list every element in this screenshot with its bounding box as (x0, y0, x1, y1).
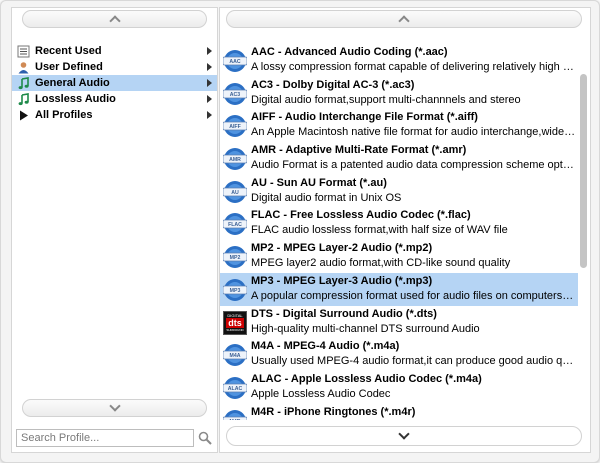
format-scrollbar[interactable] (579, 44, 589, 420)
format-description: Digital audio format in Unix OS (251, 191, 402, 204)
format-name: ALAC - Apple Lossless Audio Codec (*.m4a… (251, 372, 482, 385)
format-item-m4a[interactable]: M4A M4A - MPEG-4 Audio (*.m4a) Usually use… (220, 338, 578, 371)
format-item-aiff[interactable]: AIFF AIFF - Audio Interchange File Format… (220, 109, 578, 142)
category-label: All Profiles (35, 109, 93, 121)
format-description: A popular compression format used for au… (251, 289, 576, 302)
format-item-amr[interactable]: AMR AMR - Adaptive Multi-Rate Format (*.a… (220, 142, 578, 175)
format-pane: AAC AAC - Advanced Audio Coding (*.aac) A … (219, 7, 591, 453)
category-item-lossless-audio[interactable]: Lossless Audio (12, 91, 217, 107)
format-name: DTS - Digital Surround Audio (*.dts) (251, 307, 437, 320)
format-description: An Apple Macintosh native file format fo… (251, 126, 576, 139)
category-list: Recent Used User Defined General Audio Loss… (12, 43, 217, 123)
format-name: MP2 - MPEG Layer-2 Audio (*.mp2) (251, 242, 433, 255)
format-item-mp2[interactable]: MP2 MP2 - MPEG Layer-2 Audio (*.mp2) MPEG … (220, 240, 578, 273)
svg-text:M4A: M4A (230, 353, 241, 359)
svg-text:AC3: AC3 (230, 92, 240, 98)
disclosure-arrow-icon (207, 111, 212, 119)
svg-text:MP3: MP3 (230, 288, 241, 294)
disclosure-arrow-icon (207, 47, 212, 55)
search-icon[interactable] (198, 431, 212, 445)
dts-logo-icon: DIGITAL dts SURROUND (223, 310, 247, 335)
audio-disc-icon: AC3 (222, 82, 248, 106)
scrollbar-thumb[interactable] (580, 74, 587, 268)
chevron-up-icon (398, 15, 410, 27)
format-item-m4r[interactable]: M4R M4R - iPhone Ringtones (*.m4r) (220, 404, 578, 420)
format-name: FLAC - Free Lossless Audio Codec (*.flac… (251, 209, 471, 222)
format-name: AAC - Advanced Audio Coding (*.aac) (251, 46, 448, 58)
category-item-all-profiles[interactable]: All Profiles (12, 107, 217, 123)
category-item-recent-used[interactable]: Recent Used (12, 43, 217, 59)
svg-text:ALAC: ALAC (228, 386, 243, 392)
user-icon (16, 60, 30, 74)
category-label: User Defined (35, 61, 103, 73)
audio-disc-icon: M4A (222, 343, 248, 367)
audio-disc-icon: MP3 (222, 278, 248, 302)
svg-text:AAC: AAC (229, 59, 240, 65)
chevron-up-icon (108, 15, 121, 27)
format-name: M4R - iPhone Ringtones (*.m4r) (251, 405, 416, 418)
audio-disc-icon: FLAC (222, 212, 248, 236)
category-label: Recent Used (35, 45, 102, 57)
format-item-alac[interactable]: ALAC ALAC - Apple Lossless Audio Codec (*… (220, 371, 578, 404)
audio-disc-icon: M4R (222, 409, 248, 420)
chevron-down-icon (108, 400, 121, 412)
audio-disc-icon: AMR (222, 147, 248, 171)
format-list: AAC AAC - Advanced Audio Coding (*.aac) A … (220, 44, 578, 420)
search-profile-input[interactable] (16, 429, 194, 447)
format-item-mp3[interactable]: MP3 MP3 - MPEG Layer-3 Audio (*.mp3) A pop… (220, 272, 578, 306)
format-item-aac[interactable]: AAC AAC - Advanced Audio Coding (*.aac) A … (220, 44, 578, 77)
format-name: AIFF - Audio Interchange File Format (*.… (251, 111, 478, 124)
disclosure-arrow-icon (207, 63, 212, 71)
music-note-icon (16, 76, 30, 90)
svg-text:AIFF: AIFF (229, 125, 241, 131)
category-item-user-defined[interactable]: User Defined (12, 59, 217, 75)
category-item-general-audio[interactable]: General Audio (12, 75, 217, 91)
svg-text:AMR: AMR (229, 157, 241, 163)
category-label: Lossless Audio (35, 93, 116, 105)
svg-text:MP2: MP2 (230, 255, 241, 261)
format-description: Apple Lossless Audio Codec (251, 387, 391, 400)
format-description: Audio Format is a patented audio data co… (251, 159, 576, 172)
format-name: AU - Sun AU Format (*.au) (251, 176, 387, 189)
format-scroll-down-button[interactable] (226, 426, 582, 446)
audio-disc-icon: AU (222, 180, 248, 204)
list-icon (16, 44, 30, 58)
format-name: AC3 - Dolby Digital AC-3 (*.ac3) (251, 78, 415, 91)
format-description: MPEG layer2 audio format,with CD-like so… (251, 257, 511, 270)
audio-disc-icon: ALAC (222, 376, 248, 400)
profile-window: Recent Used User Defined General Audio Loss… (0, 0, 600, 463)
format-description: A lossy compression format capable of de… (251, 61, 576, 73)
chevron-down-icon (398, 428, 410, 440)
category-scroll-down-button[interactable] (22, 399, 207, 417)
category-label: General Audio (35, 77, 110, 89)
format-item-ac3[interactable]: AC3 AC3 - Dolby Digital AC-3 (*.ac3) Digit… (220, 77, 578, 110)
category-pane: Recent Used User Defined General Audio Loss… (11, 7, 218, 453)
svg-text:FLAC: FLAC (228, 223, 242, 229)
music-note-icon (16, 92, 30, 106)
format-item-au[interactable]: AU AU - Sun AU Format (*.au) Digital audio… (220, 175, 578, 208)
format-scroll-up-button[interactable] (226, 10, 582, 28)
format-description: FLAC audio lossless format,with half siz… (251, 224, 508, 237)
format-name: MP3 - MPEG Layer-3 Audio (*.mp3) (251, 274, 433, 287)
format-description: High-quality multi-channel DTS surround … (251, 322, 480, 335)
format-description: Digital audio format,support multi-chann… (251, 93, 521, 106)
audio-disc-icon: AAC (222, 49, 248, 73)
format-item-dts[interactable]: DIGITAL dts SURROUND DTS - Digital Surround… (220, 306, 578, 339)
disclosure-arrow-icon (207, 95, 212, 103)
format-description: Usually used MPEG-4 audio format,it can … (251, 355, 576, 368)
disclosure-arrow-icon (207, 79, 212, 87)
format-item-flac[interactable]: FLAC FLAC - Free Lossless Audio Codec (*.… (220, 207, 578, 240)
svg-text:M4R: M4R (230, 419, 241, 420)
svg-text:AU: AU (231, 190, 239, 196)
category-scroll-up-button[interactable] (22, 10, 207, 28)
format-name: M4A - MPEG-4 Audio (*.m4a) (251, 340, 400, 353)
play-icon (16, 108, 30, 122)
audio-disc-icon: AIFF (222, 114, 248, 138)
format-name: AMR - Adaptive Multi-Rate Format (*.amr) (251, 144, 467, 157)
audio-disc-icon: MP2 (222, 245, 248, 269)
